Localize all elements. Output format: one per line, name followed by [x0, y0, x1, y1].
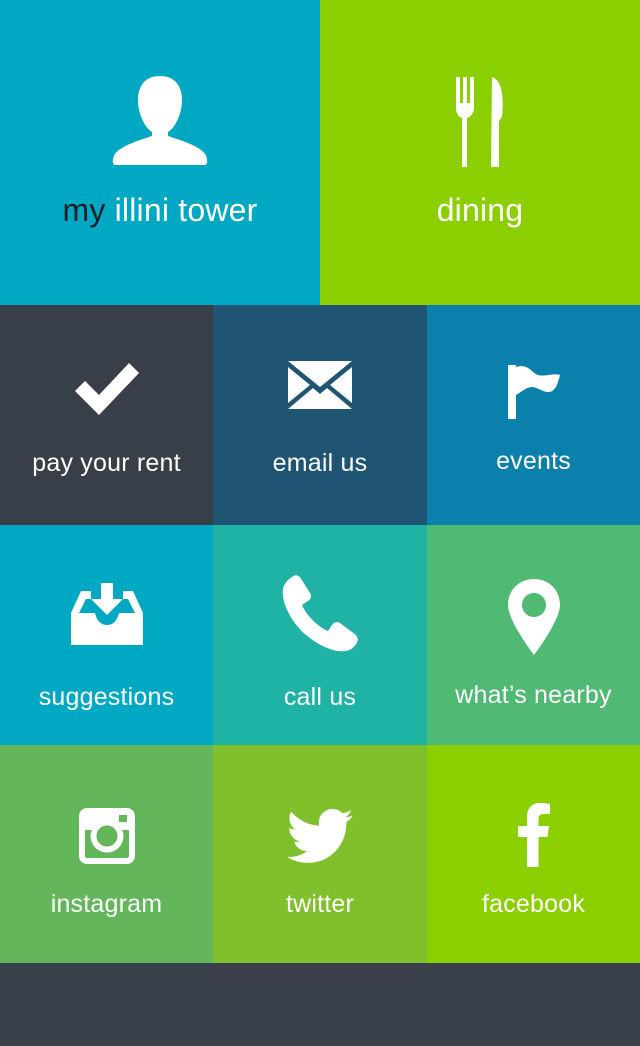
tile-email-us[interactable]: email us [213, 305, 427, 525]
label-call-us: call us [283, 683, 357, 711]
fork-knife-icon [456, 77, 503, 167]
phone-icon [282, 575, 358, 652]
tile-dining[interactable]: dining [320, 0, 640, 305]
envelope-icon [288, 361, 352, 409]
tile-twitter[interactable]: twitter [213, 745, 427, 963]
label-email-us: email us [272, 449, 368, 477]
tile-my-illini-tower[interactable]: my illini tower [0, 0, 320, 305]
label-events: events [496, 447, 571, 475]
instagram-icon [78, 808, 135, 864]
label-illini-tower: illini tower [105, 192, 258, 228]
tile-facebook[interactable]: facebook [427, 745, 640, 963]
label-twitter: twitter [285, 890, 355, 918]
tile-events[interactable]: events [427, 305, 640, 525]
flag-icon [507, 365, 560, 419]
label-suggestions: suggestions [38, 683, 175, 711]
tile-instagram[interactable]: instagram [0, 745, 213, 963]
label-instagram: instagram [50, 890, 163, 918]
tile-call-us[interactable]: call us [213, 525, 427, 745]
inbox-download-icon [70, 583, 143, 645]
tile-suggestions[interactable]: suggestions [0, 525, 213, 745]
label-dining: dining [436, 192, 524, 228]
label-pay-your-rent: pay your rent [32, 449, 181, 477]
home-tile-grid: my illini tower dining pay your rent ema… [0, 0, 640, 1046]
user-icon [112, 76, 208, 165]
map-pin-icon [507, 579, 560, 655]
bottom-bar [0, 963, 640, 1046]
facebook-icon [517, 803, 550, 867]
label-facebook: facebook [481, 890, 586, 918]
label-whats-nearby: what’s nearby [455, 681, 612, 709]
label-my: my [62, 192, 106, 228]
tile-pay-your-rent[interactable]: pay your rent [0, 305, 213, 525]
checkmark-icon [74, 363, 139, 415]
tile-whats-nearby[interactable]: what’s nearby [427, 525, 640, 745]
twitter-bird-icon [287, 809, 353, 863]
